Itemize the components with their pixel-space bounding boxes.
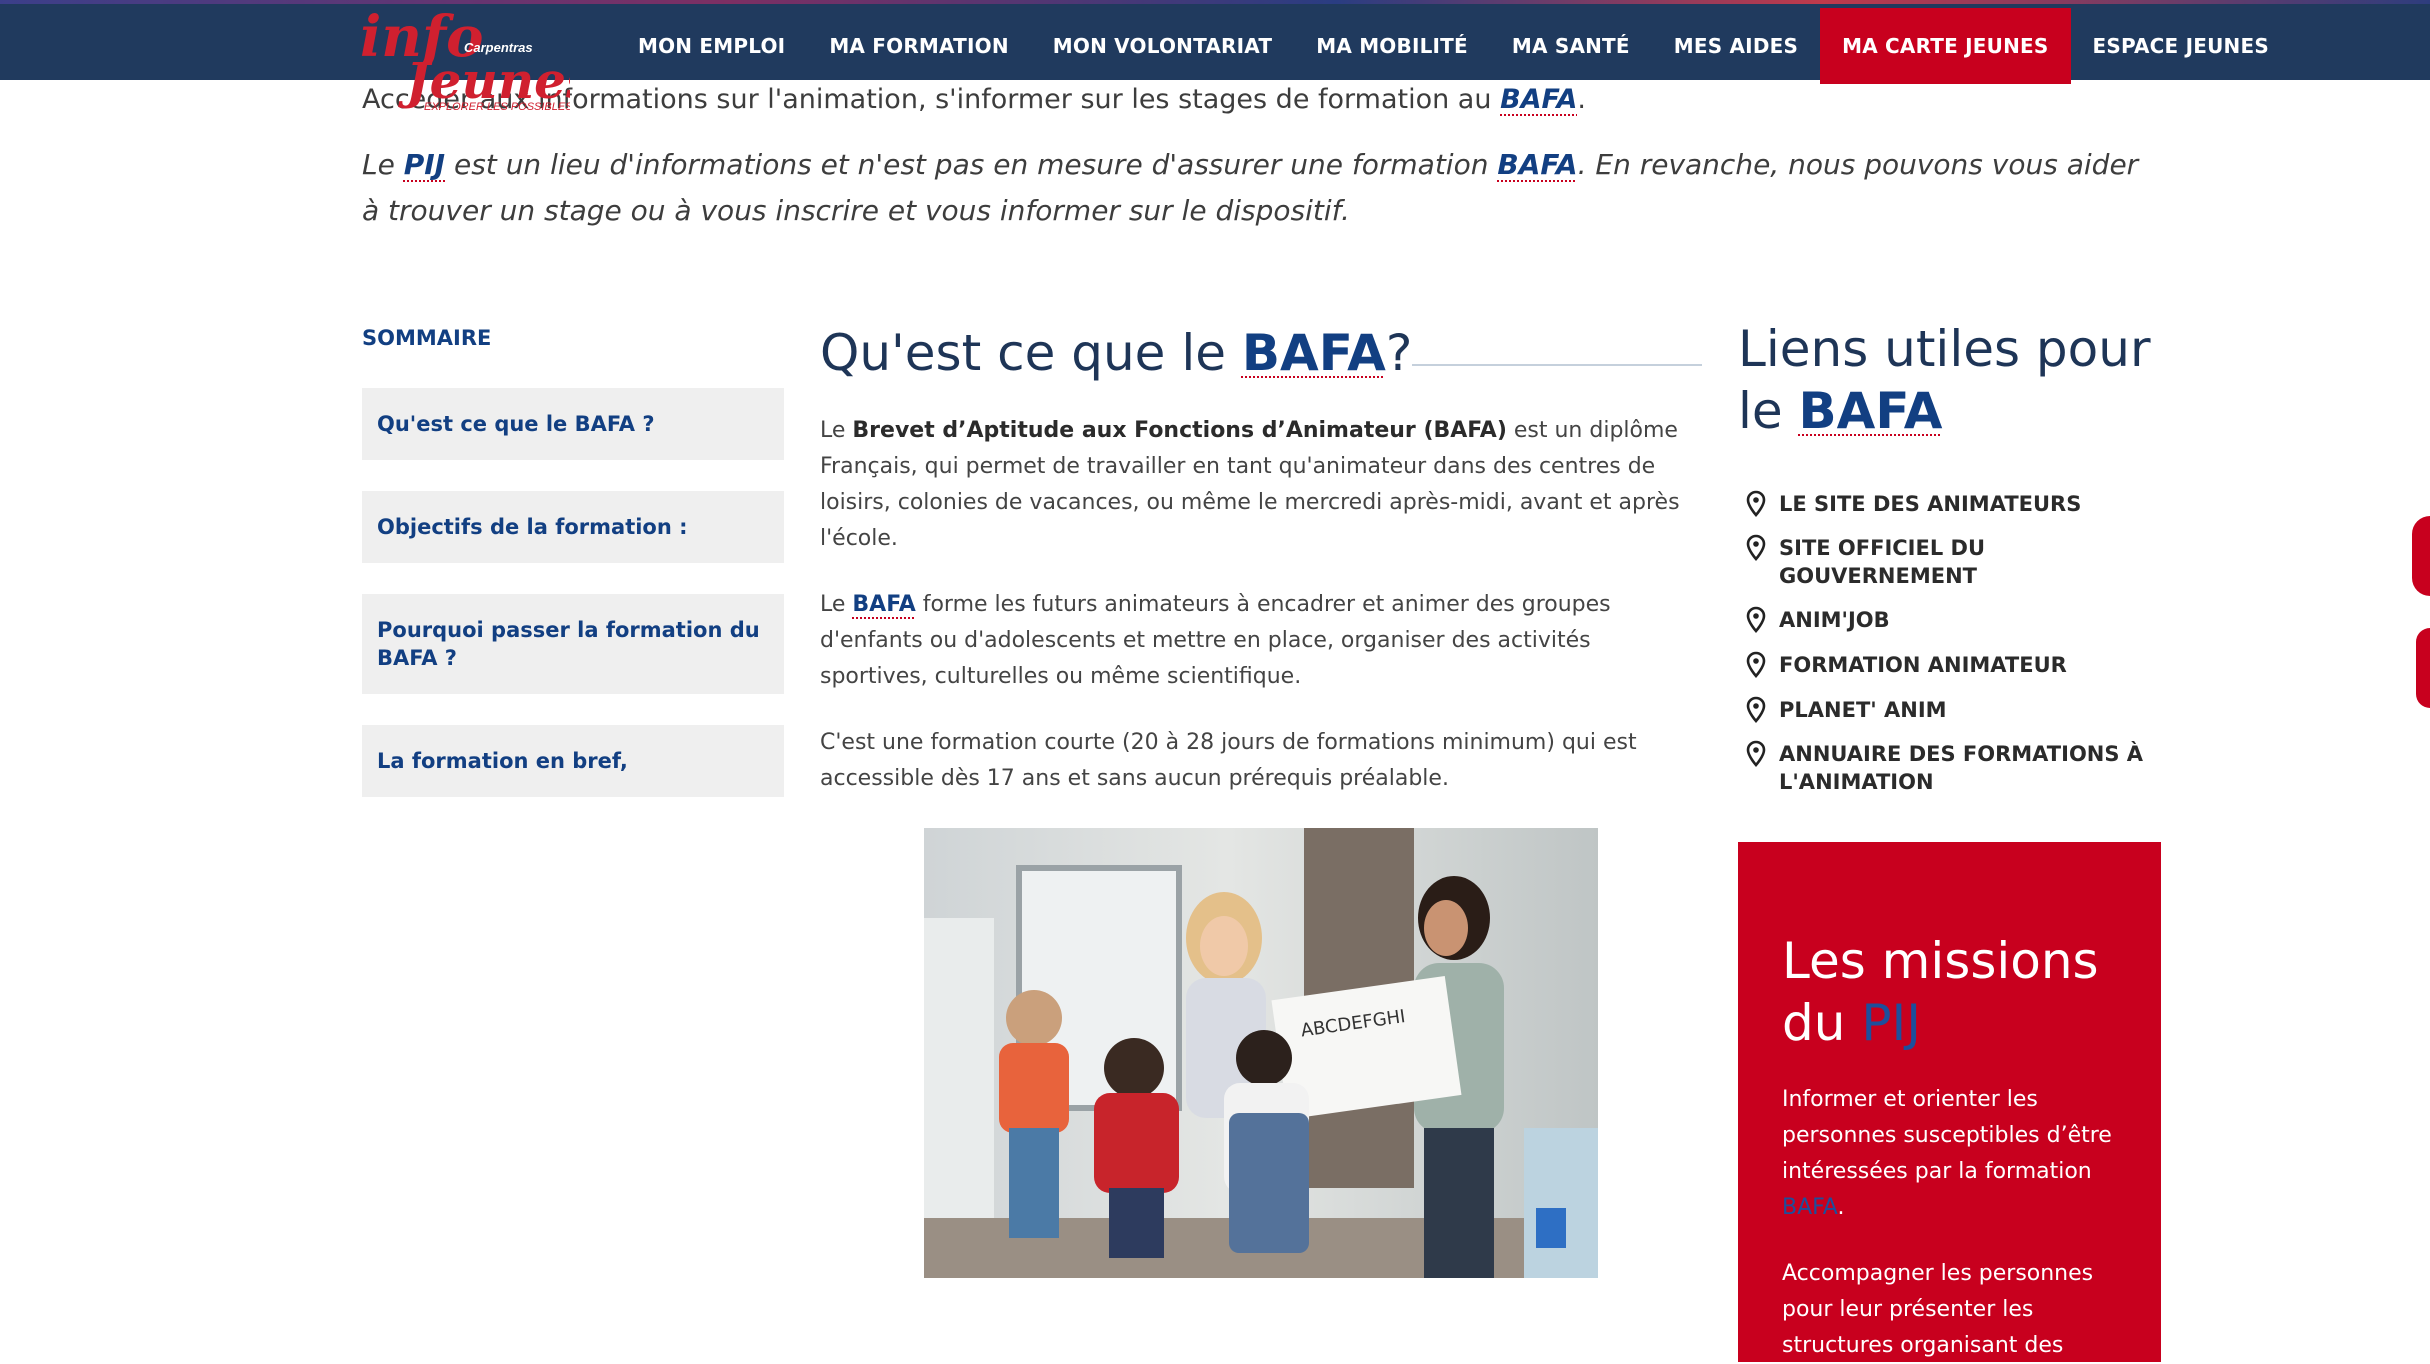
link-formation-animateur[interactable]: FORMATION ANIMATEUR xyxy=(1745,651,2185,679)
map-pin-icon xyxy=(1746,651,1766,678)
nav-mon-emploi[interactable]: MON EMPLOI xyxy=(616,8,807,84)
paragraph-definition: Le Brevet d’Aptitude aux Fonctions d’Ani… xyxy=(820,418,1680,551)
nav-ma-sante[interactable]: MA SANTÉ xyxy=(1490,8,1652,84)
missions-title: Les missions du PIJ xyxy=(1782,932,2099,1052)
bafa-keyword[interactable]: BAFA xyxy=(1242,324,1386,382)
bafa-keyword[interactable]: BAFA xyxy=(1500,84,1577,115)
map-pin-icon xyxy=(1746,490,1766,517)
info-jeunes-logo[interactable]: info Carpentras Jeunes EXPLORER LES POSS… xyxy=(360,10,570,114)
floating-side-button[interactable] xyxy=(2416,628,2430,708)
liens-utiles-title: Liens utiles pour le BAFA xyxy=(1738,320,2151,440)
main-menu: MON EMPLOI MA FORMATION MON VOLONTARIAT … xyxy=(616,8,2291,84)
floating-side-button[interactable] xyxy=(2412,516,2430,596)
intro-text: Accéder aux informations sur l'animation… xyxy=(362,84,1586,115)
intro-pij-note: Le PIJ est un lieu d'informations et n'e… xyxy=(362,148,2139,227)
animators-with-children-photo: ABCDEFGHI xyxy=(924,828,1598,1278)
missions-paragraph-inform: Informer et orienter les personnes susce… xyxy=(1782,1087,2112,1220)
bafa-keyword[interactable]: BAFA xyxy=(1497,148,1577,181)
nav-mon-volontariat[interactable]: MON VOLONTARIAT xyxy=(1031,8,1294,84)
link-anim-job[interactable]: ANIM'JOB xyxy=(1745,606,2185,634)
missions-pij-panel: Les missions du PIJ Informer et orienter… xyxy=(1738,842,2161,1362)
nav-mes-aides[interactable]: MES AIDES xyxy=(1652,8,1820,84)
map-pin-icon xyxy=(1746,740,1766,767)
nav-ma-mobilite[interactable]: MA MOBILITÉ xyxy=(1294,8,1490,84)
sommaire-item-en-bref[interactable]: La formation en bref, xyxy=(362,725,784,797)
nav-ma-carte-jeunes[interactable]: MA CARTE JEUNES xyxy=(1820,8,2071,84)
map-pin-icon xyxy=(1746,696,1766,723)
bafa-keyword[interactable]: BAFA xyxy=(1799,382,1943,440)
map-pin-icon xyxy=(1746,534,1766,561)
pij-keyword[interactable]: PIJ xyxy=(1861,994,1921,1052)
bafa-keyword[interactable]: BAFA xyxy=(852,592,915,617)
nav-espace-jeunes[interactable]: ESPACE JEUNES xyxy=(2071,8,2291,84)
nav-ma-formation[interactable]: MA FORMATION xyxy=(807,8,1030,84)
sommaire-item-quest-ce-que[interactable]: Qu'est ce que le BAFA ? xyxy=(362,388,784,460)
section-heading: Qu'est ce que le BAFA ? xyxy=(820,324,1413,382)
sommaire-item-pourquoi[interactable]: Pourquoi passer la formation du BAFA ? xyxy=(362,594,784,694)
paragraph-duration: C'est une formation courte (20 à 28 jour… xyxy=(820,730,1637,791)
link-site-des-animateurs[interactable]: LE SITE DES ANIMATEURS xyxy=(1745,490,2185,518)
sommaire-title: SOMMAIRE xyxy=(362,326,492,350)
heading-divider xyxy=(1412,364,1702,366)
map-pin-icon xyxy=(1746,606,1766,633)
svg-text:EXPLORER LES POSSIBLES: EXPLORER LES POSSIBLES xyxy=(424,101,570,113)
link-planet-anim[interactable]: PLANET' ANIM xyxy=(1745,696,2185,724)
bafa-keyword[interactable]: BAFA xyxy=(1782,1195,1837,1220)
pij-keyword[interactable]: PIJ xyxy=(404,148,445,181)
link-site-officiel-gouvernement[interactable]: SITE OFFICIEL DU GOUVERNEMENT xyxy=(1745,534,2185,590)
paragraph-role: Le BAFA forme les futurs animateurs à en… xyxy=(820,592,1611,689)
link-annuaire-formations[interactable]: ANNUAIRE DES FORMATIONS À L'ANIMATION xyxy=(1745,740,2185,796)
sommaire-item-objectifs[interactable]: Objectifs de la formation : xyxy=(362,491,784,563)
